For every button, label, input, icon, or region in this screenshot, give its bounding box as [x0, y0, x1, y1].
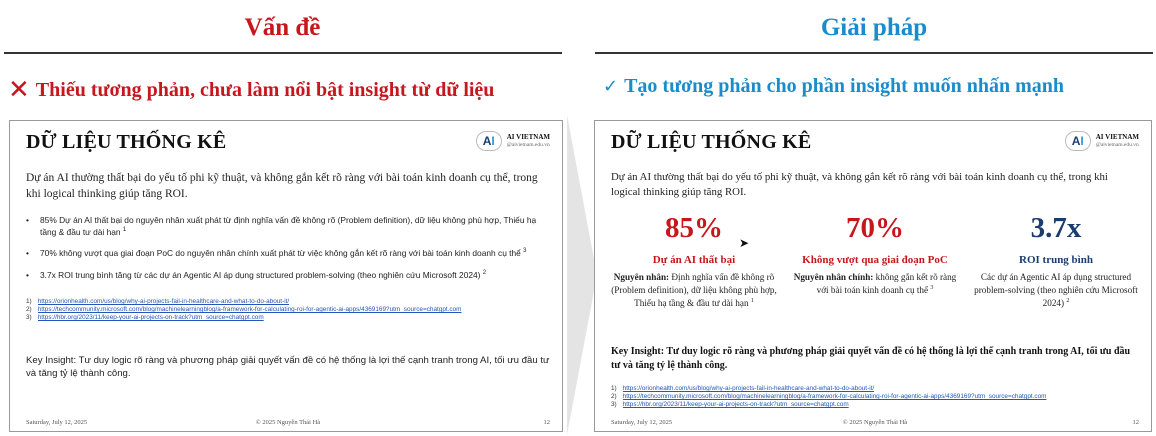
stat-description: Các dự án Agentic AI áp dụng structured … [974, 271, 1138, 308]
stat-value: 3.7x [1030, 212, 1082, 244]
stat-card-roi: 3.7x ROI trung bình Các dự án Agentic AI… [973, 212, 1139, 310]
solution-caption: ✓ Tạo tương phản cho phần insight muốn nh… [603, 75, 1064, 98]
footer-copyright: © 2025 Nguyễn Thái Hà [255, 419, 321, 426]
reference-link[interactable]: https://hbr.org/2023/11/keep-your-ai-pro… [38, 314, 264, 322]
slide-intro: Dự án AI thường thất bại do yếu tố phi k… [26, 172, 538, 200]
page-number: 12 [1132, 419, 1140, 426]
slide-title: DỮ LIỆU THỐNG KÊ [611, 131, 812, 153]
reference-link[interactable]: https://orionhealth.com/us/blog/why-ai-p… [38, 298, 290, 306]
problem-slide: DỮ LIỆU THỐNG KÊ AI AI VIETNAM @aivietna… [9, 120, 563, 432]
list-item: 85% Dự án AI thất bại do nguyên nhân xuấ… [26, 214, 550, 238]
logo-badge: AI [1064, 131, 1091, 151]
solution-heading: Giải pháp [820, 14, 928, 41]
stat-label: ROI trung bình [1019, 253, 1093, 266]
stat-value: 85% [665, 212, 723, 244]
reference-link[interactable]: https://hbr.org/2023/11/keep-your-ai-pro… [623, 401, 849, 409]
reference-list: 1) https://orionhealth.com/us/blog/why-ai… [26, 298, 462, 322]
stat-card-poc: 70% Không vượt qua giai đoạn PoC Nguyên … [792, 212, 958, 310]
key-insight: Key Insight: Tư duy logic rõ ràng và phư… [26, 355, 550, 380]
logo-name: AI VIETNAM [1095, 133, 1139, 142]
reference-link[interactable]: https://techcommunity.microsoft.com/blog… [38, 306, 462, 314]
problem-caption: ✕ Thiếu tương phản, chưa làm nổi bật insi… [8, 75, 494, 105]
problem-divider [4, 52, 562, 54]
slide-title: DỮ LIỆU THỐNG KÊ [26, 131, 227, 153]
ai-vietnam-logo: AI AI VIETNAM @aivietnam.edu.vn [475, 131, 550, 151]
stat-value: 70% [846, 212, 904, 244]
logo-badge: AI [475, 131, 502, 151]
reference-list: 1) https://orionhealth.com/us/blog/why-ai… [611, 385, 1047, 409]
solution-caption-text: Tạo tương phản cho phần insight muốn nhấ… [624, 75, 1065, 97]
solution-slide: DỮ LIỆU THỐNG KÊ AI AI VIETNAM @aivietna… [594, 120, 1152, 432]
reference-link[interactable]: https://orionhealth.com/us/blog/why-ai-p… [623, 385, 875, 393]
logo-sub: @aivietnam.edu.vn [506, 141, 550, 148]
solution-divider [595, 52, 1153, 54]
logo-name: AI VIETNAM [506, 133, 550, 142]
mouse-cursor-icon: ➤ [739, 236, 750, 250]
ai-vietnam-logo: AI AI VIETNAM @aivietnam.edu.vn [1064, 131, 1139, 151]
cross-icon: ✕ [8, 75, 30, 105]
reference-link[interactable]: https://techcommunity.microsoft.com/blog… [623, 393, 1047, 401]
slide-intro: Dự án AI thường thất bại do yếu tố phi k… [611, 171, 1108, 198]
check-icon: ✓ [603, 76, 619, 97]
footer-copyright: © 2025 Nguyễn Thái Hà [842, 419, 908, 426]
arrow-right-icon [567, 115, 597, 435]
stat-label: Không vượt qua giai đoạn PoC [802, 253, 948, 266]
stat-description: Nguyên nhân chính: không gắn kết rõ ràng… [793, 271, 957, 295]
key-insight: Key Insight: Tư duy logic rõ ràng và phư… [611, 346, 1131, 371]
logo-sub: @aivietnam.edu.vn [1095, 141, 1139, 148]
stat-description: Nguyên nhân: Định nghĩa vấn đề không rõ … [611, 271, 777, 308]
stat-card-failure: 85% Dự án AI thất bại Nguyên nhân: Định … [611, 212, 777, 310]
problem-caption-text: Thiếu tương phản, chưa làm nổi bật insig… [35, 79, 495, 101]
stat-cards: 85% Dự án AI thất bại Nguyên nhân: Định … [611, 212, 1139, 310]
list-item: 70% không vượt qua giai đoạn PoC do nguy… [26, 247, 550, 259]
problem-heading: Vấn đề [244, 14, 321, 41]
stat-label: Dự án AI thất bại [652, 253, 736, 266]
stat-bullet-list: 85% Dự án AI thất bại do nguyên nhân xuấ… [26, 214, 550, 290]
list-item: 3.7x ROI trung bình tăng từ các dự án Ag… [26, 269, 550, 281]
page-number: 12 [543, 419, 551, 426]
